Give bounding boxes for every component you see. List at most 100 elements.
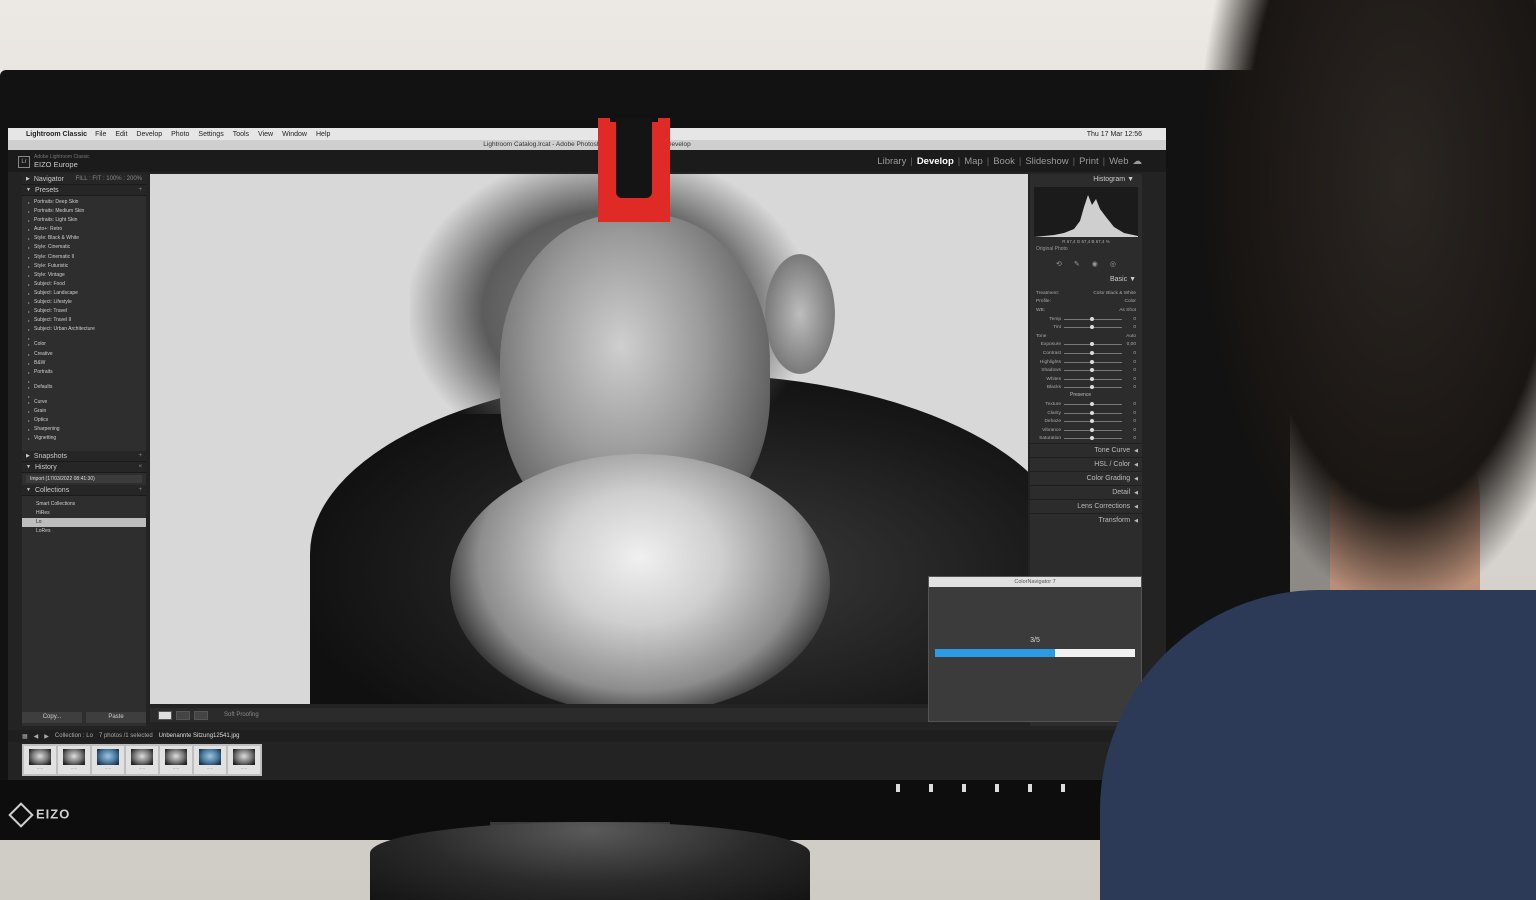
preset-item[interactable]: Style: Vintage	[28, 271, 140, 280]
preset-item[interactable]: Subject: Travel	[28, 307, 140, 316]
healing-icon[interactable]: ✎	[1074, 260, 1080, 268]
slider-vibrance[interactable]: Vibrance 0	[1030, 426, 1142, 435]
menu-view[interactable]: View	[258, 131, 273, 138]
masking-icon[interactable]: ◎	[1110, 260, 1116, 268]
menu-develop[interactable]: Develop	[136, 131, 162, 138]
slider-knob[interactable]	[1090, 385, 1095, 390]
module-print[interactable]: Print	[1079, 156, 1099, 167]
crop-icon[interactable]: ⟲	[1056, 260, 1062, 268]
history-header[interactable]: ▼ History ×	[22, 462, 146, 474]
slider-track[interactable]	[1064, 342, 1122, 347]
filmstrip-thumb[interactable]: ·····	[126, 746, 158, 774]
grid-view-icon[interactable]: ▦	[22, 733, 28, 740]
slider-temp[interactable]: Temp 0	[1030, 315, 1142, 324]
menu-file[interactable]: File	[95, 131, 106, 138]
nav-forward-icon[interactable]: ▶	[44, 733, 49, 740]
add-preset-icon[interactable]: +	[138, 187, 142, 193]
navigator-header[interactable]: ▶ Navigator FILL : FIT : 100% : 200%	[22, 174, 146, 185]
slider-track[interactable]	[1064, 376, 1122, 381]
slider-value[interactable]: 0	[1122, 411, 1136, 416]
slider-shadows[interactable]: Shadows 0	[1030, 366, 1142, 375]
add-collection-icon[interactable]: +	[138, 487, 142, 493]
filmstrip-thumb[interactable]: ·····	[24, 746, 56, 774]
clear-history-icon[interactable]: ×	[138, 464, 142, 470]
slider-value[interactable]: 0	[1122, 436, 1136, 441]
slider-value[interactable]: 0	[1122, 351, 1136, 356]
slider-knob[interactable]	[1090, 436, 1095, 441]
slider-highlights[interactable]: Highlights 0	[1030, 358, 1142, 367]
wb-select[interactable]: As Shot	[1072, 308, 1136, 313]
module-develop[interactable]: Develop	[917, 156, 954, 167]
slider-knob[interactable]	[1090, 410, 1095, 415]
preset-item[interactable]: Subject: Food	[28, 280, 140, 289]
bezel-button[interactable]	[896, 784, 900, 792]
filmstrip-thumb[interactable]: ·····	[92, 746, 124, 774]
photo-preview[interactable]	[150, 174, 1028, 704]
slider-track[interactable]	[1064, 368, 1122, 373]
menu-tools[interactable]: Tools	[233, 131, 249, 138]
preset-group[interactable]: Vignetting	[28, 434, 140, 443]
preset-group[interactable]: Color	[28, 340, 140, 349]
preset-item[interactable]: Portraits: Light Skin	[28, 216, 140, 225]
slider-exposure[interactable]: Exposure 0,00	[1030, 341, 1142, 350]
menu-edit[interactable]: Edit	[115, 131, 127, 138]
panel-transform[interactable]: Transform ◀	[1030, 513, 1142, 527]
slider-track[interactable]	[1064, 436, 1122, 441]
menu-window[interactable]: Window	[282, 131, 307, 138]
profile-select[interactable]: Color	[1072, 299, 1136, 304]
slider-dehaze[interactable]: Dehaze 0	[1030, 417, 1142, 426]
panel-hsl[interactable]: HSL / Color ◀	[1030, 457, 1142, 471]
slider-track[interactable]	[1064, 350, 1122, 355]
presets-header[interactable]: ▼ Presets +	[22, 185, 146, 196]
panel-detail[interactable]: Detail ◀	[1030, 485, 1142, 499]
profile-row[interactable]: Profile: Color	[1030, 298, 1142, 307]
slider-value[interactable]: 0	[1122, 419, 1136, 424]
slider-value[interactable]: 0,00	[1122, 342, 1136, 347]
slider-whites[interactable]: Whites 0	[1030, 375, 1142, 384]
panel-lens-corrections[interactable]: Lens Corrections ◀	[1030, 499, 1142, 513]
module-book[interactable]: Book	[993, 156, 1015, 167]
slider-track[interactable]	[1064, 316, 1122, 321]
redeye-icon[interactable]: ◉	[1092, 260, 1098, 268]
slider-knob[interactable]	[1090, 368, 1095, 373]
preset-item[interactable]: Subject: Landscape	[28, 289, 140, 298]
slider-track[interactable]	[1064, 325, 1122, 330]
slider-texture[interactable]: Texture 0	[1030, 400, 1142, 409]
wb-row[interactable]: WB: As Shot	[1030, 306, 1142, 315]
filmstrip-thumb[interactable]: ·····	[58, 746, 90, 774]
slider-saturation[interactable]: Saturation 0	[1030, 435, 1142, 444]
slider-knob[interactable]	[1090, 316, 1095, 321]
slider-value[interactable]: 0	[1122, 325, 1136, 330]
basic-header[interactable]: Basic ▼	[1030, 276, 1142, 283]
slider-knob[interactable]	[1090, 427, 1095, 432]
bezel-button[interactable]	[1028, 784, 1032, 792]
soft-proofing-checkbox[interactable]: Soft Proofing	[224, 712, 259, 718]
module-web[interactable]: Web	[1109, 156, 1128, 167]
preset-item[interactable]: Portraits: Deep Skin	[28, 198, 140, 207]
treatment-row[interactable]: Treatment: Color Black & White	[1030, 289, 1142, 298]
collection-item[interactable]: Smart Collections	[22, 500, 146, 509]
navigator-zoom[interactable]: FILL : FIT : 100% : 200%	[76, 176, 142, 182]
preset-group[interactable]: Portraits	[28, 368, 140, 377]
slider-value[interactable]: 0	[1122, 428, 1136, 433]
preset-item[interactable]: Portraits: Medium Skin	[28, 207, 140, 216]
slider-knob[interactable]	[1090, 376, 1095, 381]
bezel-button[interactable]	[1061, 784, 1065, 792]
preset-group[interactable]: Curve	[28, 398, 140, 407]
panel-color-grading[interactable]: Color Grading ◀	[1030, 471, 1142, 485]
module-map[interactable]: Map	[964, 156, 982, 167]
slider-value[interactable]: 0	[1122, 402, 1136, 407]
copy-button[interactable]: Copy...	[22, 712, 82, 723]
panel-tone-curve[interactable]: Tone Curve ◀	[1030, 443, 1142, 457]
slider-value[interactable]: 0	[1122, 317, 1136, 322]
slider-value[interactable]: 0	[1122, 377, 1136, 382]
slider-knob[interactable]	[1090, 350, 1095, 355]
preset-group[interactable]: Grain	[28, 407, 140, 416]
menu-photo[interactable]: Photo	[171, 131, 189, 138]
slider-track[interactable]	[1064, 385, 1122, 390]
history-item[interactable]: Import (17/03/2022 08:41:30)	[26, 475, 142, 484]
module-slideshow[interactable]: Slideshow	[1025, 156, 1068, 167]
slider-track[interactable]	[1064, 419, 1122, 424]
preset-item[interactable]: Subject: Urban Architecture	[28, 325, 140, 334]
preset-group[interactable]: Defaults	[28, 383, 140, 392]
